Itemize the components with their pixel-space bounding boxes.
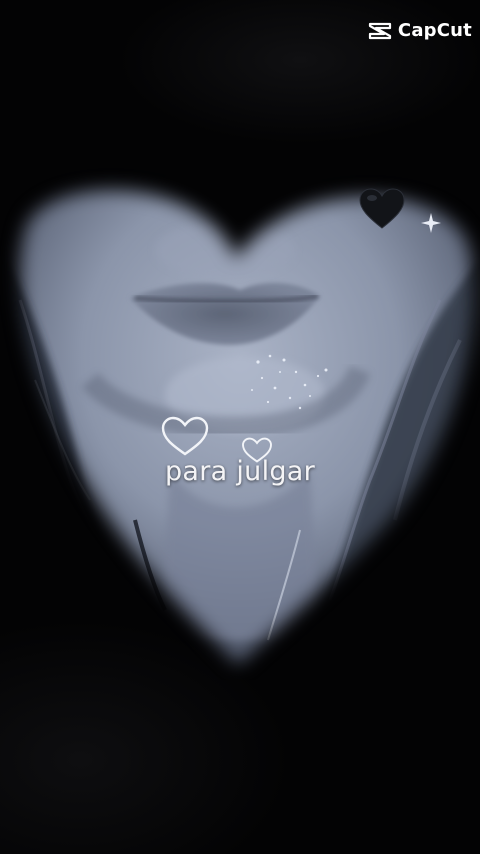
- heart-outline-icon: [161, 416, 209, 456]
- capcut-watermark: CapCut: [368, 20, 472, 41]
- heart-photo: [0, 160, 480, 680]
- sparkle-icon: [421, 213, 441, 233]
- black-heart-icon: [359, 188, 405, 229]
- capcut-logo-icon: [368, 22, 392, 39]
- video-caption: para julgar: [164, 456, 316, 487]
- watermark-text: CapCut: [397, 20, 472, 41]
- video-frame: para julgar CapCut: [0, 0, 480, 854]
